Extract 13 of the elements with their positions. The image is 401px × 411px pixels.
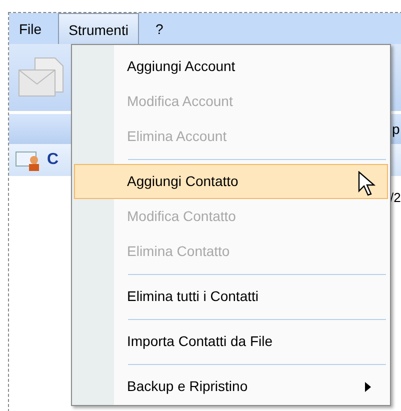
menu-bar-item[interactable]: File <box>9 13 52 44</box>
contact-mail-icon <box>15 149 41 171</box>
menu-item[interactable]: Aggiungi Contatto <box>74 164 388 199</box>
panel-title: C <box>47 150 59 170</box>
menu-item[interactable]: Importa Contatti da File <box>74 324 388 359</box>
menu-item[interactable]: Aggiungi Account <box>74 49 388 84</box>
submenu-arrow-icon <box>365 382 371 392</box>
cursor-icon <box>358 171 376 197</box>
column-text: p <box>392 120 400 139</box>
menu-bar-item[interactable]: Strumenti <box>58 13 140 44</box>
menu-item[interactable]: Elimina tutti i Contatti <box>74 279 388 314</box>
menu-item[interactable]: Backup e Ripristino <box>74 369 388 404</box>
menu-bar-item[interactable]: ? <box>145 13 174 44</box>
